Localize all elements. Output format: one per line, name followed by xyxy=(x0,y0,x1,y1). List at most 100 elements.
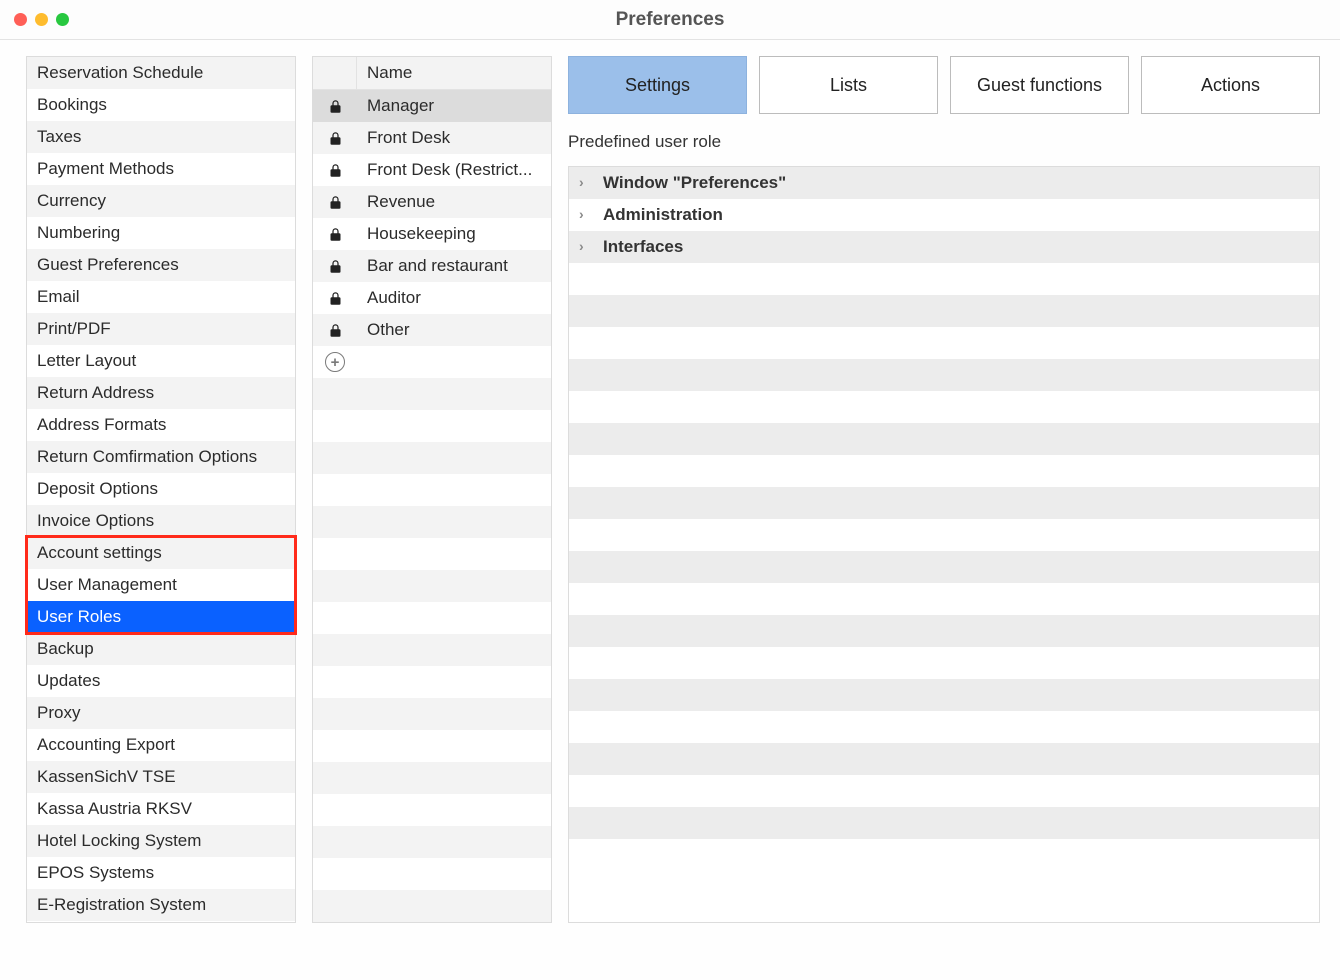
sidebar-item[interactable]: Deposit Options xyxy=(27,473,295,505)
sidebar-item-label: Email xyxy=(37,287,80,306)
sidebar-item[interactable]: Email xyxy=(27,281,295,313)
role-row[interactable]: Front Desk xyxy=(313,122,551,154)
role-row[interactable]: Bar and restaurant xyxy=(313,250,551,282)
role-row[interactable]: Housekeeping xyxy=(313,218,551,250)
role-name: Other xyxy=(357,320,551,340)
role-row xyxy=(313,794,551,826)
lock-icon xyxy=(328,227,343,242)
role-detail-panel: SettingsListsGuest functionsActions Pred… xyxy=(568,56,1320,923)
sidebar-item[interactable]: Account settings xyxy=(27,537,295,569)
minimize-icon[interactable] xyxy=(35,13,48,26)
sidebar-item[interactable]: KassenSichV TSE xyxy=(27,761,295,793)
role-row[interactable]: Front Desk (Restrict... xyxy=(313,154,551,186)
tab-label: Guest functions xyxy=(977,75,1102,96)
permission-row-empty xyxy=(569,455,1319,487)
sidebar-item[interactable]: Letter Layout xyxy=(27,345,295,377)
sidebar-item-label: Payment Methods xyxy=(37,159,174,178)
sidebar-item[interactable]: Backup xyxy=(27,633,295,665)
role-row xyxy=(313,890,551,922)
sidebar-item[interactable]: Guest Preferences xyxy=(27,249,295,281)
role-row xyxy=(313,442,551,474)
role-icon-cell xyxy=(313,163,357,178)
role-row xyxy=(313,762,551,794)
permission-row-empty xyxy=(569,711,1319,743)
roles-header-icon-col xyxy=(313,57,357,89)
tab-label: Lists xyxy=(830,75,867,96)
sidebar-item[interactable]: Numbering xyxy=(27,217,295,249)
sidebar-item-label: Letter Layout xyxy=(37,351,136,370)
sidebar-item-label: Guest Preferences xyxy=(37,255,179,274)
role-row xyxy=(313,666,551,698)
role-row[interactable]: Other xyxy=(313,314,551,346)
lock-icon xyxy=(328,99,343,114)
lock-icon xyxy=(328,195,343,210)
sidebar-item-label: Backup xyxy=(37,639,94,658)
sidebar-item[interactable]: Invoice Options xyxy=(27,505,295,537)
sidebar-item[interactable]: Accounting Export xyxy=(27,729,295,761)
role-row[interactable]: + xyxy=(313,346,551,378)
permission-row-empty xyxy=(569,775,1319,807)
sidebar-item[interactable]: Updates xyxy=(27,665,295,697)
roles-list: ManagerFront Desk Front Desk (Restrict...… xyxy=(313,90,551,922)
sidebar-item-label: Accounting Export xyxy=(37,735,175,754)
lock-icon xyxy=(328,323,343,338)
permission-group-label: Interfaces xyxy=(603,237,683,257)
lock-icon xyxy=(328,163,343,178)
permission-row-empty xyxy=(569,615,1319,647)
sidebar-item[interactable]: Taxes xyxy=(27,121,295,153)
sidebar-item-label: User Roles xyxy=(37,607,121,626)
sidebar-item[interactable]: Address Formats xyxy=(27,409,295,441)
tab[interactable]: Settings xyxy=(568,56,747,114)
add-role-icon[interactable]: + xyxy=(325,352,345,372)
sidebar-item[interactable]: Reservation Schedule xyxy=(27,57,295,89)
role-row[interactable]: Auditor xyxy=(313,282,551,314)
role-row[interactable]: Revenue xyxy=(313,186,551,218)
sidebar-item-label: Proxy xyxy=(37,703,80,722)
role-row xyxy=(313,410,551,442)
tab[interactable]: Lists xyxy=(759,56,938,114)
sidebar-item[interactable]: Kassa Austria RKSV xyxy=(27,793,295,825)
role-icon-cell xyxy=(313,227,357,242)
maximize-icon[interactable] xyxy=(56,13,69,26)
sidebar-item[interactable]: Return Address xyxy=(27,377,295,409)
permission-group[interactable]: ›Interfaces xyxy=(569,231,1319,263)
role-row xyxy=(313,506,551,538)
tab[interactable]: Guest functions xyxy=(950,56,1129,114)
permission-row-empty xyxy=(569,583,1319,615)
sidebar-item[interactable]: Bookings xyxy=(27,89,295,121)
permission-group[interactable]: ›Administration xyxy=(569,199,1319,231)
permission-group[interactable]: ›Window "Preferences" xyxy=(569,167,1319,199)
sidebar-item[interactable]: Currency xyxy=(27,185,295,217)
tab[interactable]: Actions xyxy=(1141,56,1320,114)
window-title: Preferences xyxy=(0,9,1340,31)
permission-row-empty xyxy=(569,807,1319,839)
sidebar-item[interactable]: E-Registration System xyxy=(27,889,295,921)
roles-panel: Name ManagerFront DeskFront Desk (Restri… xyxy=(312,56,552,923)
role-row xyxy=(313,570,551,602)
permission-row-empty xyxy=(569,679,1319,711)
role-row xyxy=(313,602,551,634)
titlebar: Preferences xyxy=(0,0,1340,40)
workspace: Reservation ScheduleBookingsTaxes Payment… xyxy=(0,40,1340,943)
permission-row-empty xyxy=(569,647,1319,679)
sidebar-item[interactable]: User Management xyxy=(27,569,295,601)
sidebar-item[interactable]: Proxy xyxy=(27,697,295,729)
permissions-list: ›Window "Preferences"›Administration›Int… xyxy=(568,166,1320,923)
sidebar-item[interactable]: Return Comfirmation Options xyxy=(27,441,295,473)
permission-group-label: Administration xyxy=(603,205,723,225)
close-icon[interactable] xyxy=(14,13,27,26)
role-name: Revenue xyxy=(357,192,551,212)
permission-row-empty xyxy=(569,519,1319,551)
role-row xyxy=(313,826,551,858)
sidebar-item-label: Address Formats xyxy=(37,415,166,434)
role-row[interactable]: Manager xyxy=(313,90,551,122)
sidebar-item[interactable]: Print/PDF xyxy=(27,313,295,345)
permission-row-empty xyxy=(569,743,1319,775)
role-icon-cell xyxy=(313,291,357,306)
sidebar-item[interactable]: User Roles xyxy=(27,601,295,633)
sidebar-item[interactable]: Hotel Locking System xyxy=(27,825,295,857)
sidebar-item[interactable]: EPOS Systems xyxy=(27,857,295,889)
sidebar-item[interactable]: Payment Methods xyxy=(27,153,295,185)
sidebar-item-label: Hotel Locking System xyxy=(37,831,201,850)
role-name: Front Desk (Restrict... xyxy=(357,160,551,180)
